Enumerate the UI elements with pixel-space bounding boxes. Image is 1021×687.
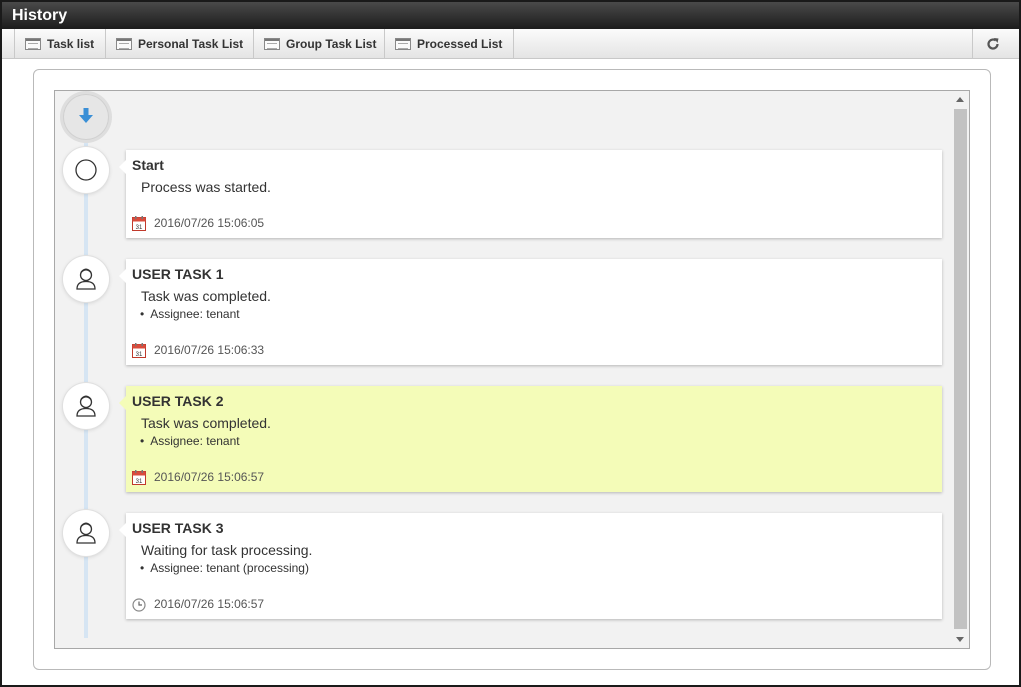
list-icon (264, 38, 280, 50)
user-icon (76, 268, 96, 290)
vertical-scrollbar[interactable] (952, 91, 969, 648)
refresh-icon (987, 38, 999, 50)
toolbar: Task list Personal Task List Group Task … (2, 29, 1019, 59)
history-window: History Task list Personal Task List Gro… (0, 0, 1021, 687)
tab-label: Task list (47, 37, 95, 51)
calendar-icon: 31 (132, 216, 146, 231)
window-title: History (2, 2, 1019, 29)
circle-icon (75, 159, 97, 181)
svg-text:31: 31 (136, 225, 143, 231)
entry-description: Waiting for task processing. (141, 542, 313, 558)
timeline-start-node (63, 94, 109, 140)
timeline-entry[interactable]: USER TASK 2 Task was completed. Assignee… (119, 386, 942, 492)
tab-personal-task-list[interactable]: Personal Task List (105, 29, 254, 59)
entry-title: Start (132, 157, 164, 173)
user-icon (76, 395, 96, 417)
tab-label: Group Task List (286, 37, 377, 51)
entry-assignee: Assignee: tenant (processing) (140, 561, 309, 575)
tab-label: Processed List (417, 37, 503, 51)
clock-icon (132, 598, 146, 612)
refresh-button[interactable] (972, 29, 1012, 59)
tab-label: Personal Task List (138, 37, 244, 51)
entry-date: 2016/07/26 15:06:33 (154, 343, 265, 357)
tab-task-list[interactable]: Task list (14, 29, 106, 59)
timeline-entry[interactable]: Start Process was started. 31 2016/07/26… (119, 150, 942, 238)
scroll-down-arrow-icon[interactable] (956, 637, 964, 642)
tab-group-task-list[interactable]: Group Task List (253, 29, 385, 59)
entry-date: 2016/07/26 15:06:05 (154, 216, 265, 230)
timeline-node-user-task-1 (63, 256, 109, 302)
list-icon (116, 38, 132, 50)
tab-processed-list[interactable]: Processed List (384, 29, 514, 59)
scroll-thumb[interactable] (954, 109, 967, 629)
entry-description: Process was started. (141, 179, 271, 195)
entry-description: Task was completed. (141, 415, 271, 431)
scroll-up-arrow-icon[interactable] (956, 97, 964, 102)
entry-assignee: Assignee: tenant (140, 307, 239, 321)
calendar-icon: 31 (132, 470, 146, 485)
list-icon (25, 38, 41, 50)
user-icon (76, 522, 96, 544)
entry-title: USER TASK 3 (132, 520, 224, 536)
timeline-node-user-task-3 (63, 510, 109, 556)
entry-assignee: Assignee: tenant (140, 434, 239, 448)
entry-date: 2016/07/26 15:06:57 (154, 470, 265, 484)
entry-title: USER TASK 2 (132, 393, 224, 409)
entry-description: Task was completed. (141, 288, 271, 304)
list-icon (395, 38, 411, 50)
svg-text:31: 31 (136, 479, 143, 485)
entry-date: 2016/07/26 15:06:57 (154, 597, 265, 611)
timeline-entry[interactable]: USER TASK 1 Task was completed. Assignee… (119, 259, 942, 365)
svg-text:31: 31 (136, 352, 143, 358)
calendar-icon: 31 (132, 343, 146, 358)
arrow-down-icon (79, 108, 93, 123)
timeline-node-user-task-2 (63, 383, 109, 429)
entry-title: USER TASK 1 (132, 266, 224, 282)
timeline-node-start (63, 147, 109, 193)
timeline-entry[interactable]: USER TASK 3 Waiting for task processing.… (119, 513, 942, 619)
